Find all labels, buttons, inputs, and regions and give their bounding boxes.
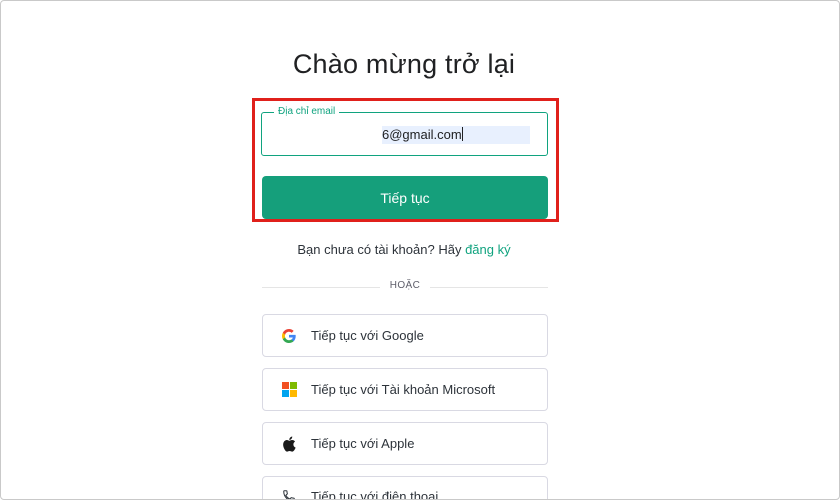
continue-button[interactable]: Tiếp tục [262, 176, 548, 219]
phone-login-button[interactable]: Tiếp tục với điện thoại [262, 476, 548, 500]
google-login-button[interactable]: Tiếp tục với Google [262, 314, 548, 357]
email-label: Địa chỉ email [274, 105, 340, 119]
apple-login-label: Tiếp tục với Apple [311, 436, 415, 451]
page-title: Chào mừng trở lại [292, 49, 516, 79]
microsoft-login-button[interactable]: Tiếp tục với Tài khoản Microsoft [262, 368, 548, 411]
apple-login-button[interactable]: Tiếp tục với Apple [262, 422, 548, 465]
google-login-label: Tiếp tục với Google [311, 328, 424, 343]
signup-prompt: Bạn chưa có tài khoản? Hãy đăng ký [1, 242, 807, 257]
email-field[interactable]: Địa chỉ email 6@gmail.com [261, 105, 548, 156]
signup-prompt-text: Bạn chưa có tài khoản? Hãy [297, 242, 462, 257]
text-caret [461, 127, 463, 141]
or-divider: HOẶC [262, 278, 548, 296]
divider-line-right [430, 287, 548, 288]
email-input-value[interactable]: 6@gmail.com [382, 126, 530, 144]
google-icon [281, 328, 297, 344]
microsoft-login-label: Tiếp tục với Tài khoản Microsoft [311, 382, 496, 397]
apple-icon [281, 436, 297, 452]
phone-login-label: Tiếp tục với điện thoại [311, 488, 439, 500]
signup-link[interactable]: đăng ký [465, 242, 511, 257]
phone-icon [281, 488, 297, 499]
email-value-text: 6@gmail.com [382, 127, 462, 142]
microsoft-icon [281, 382, 297, 398]
login-page: Chào mừng trở lại Địa chỉ email 6@gmail.… [0, 0, 840, 500]
divider-text: HOẶC [389, 280, 421, 291]
